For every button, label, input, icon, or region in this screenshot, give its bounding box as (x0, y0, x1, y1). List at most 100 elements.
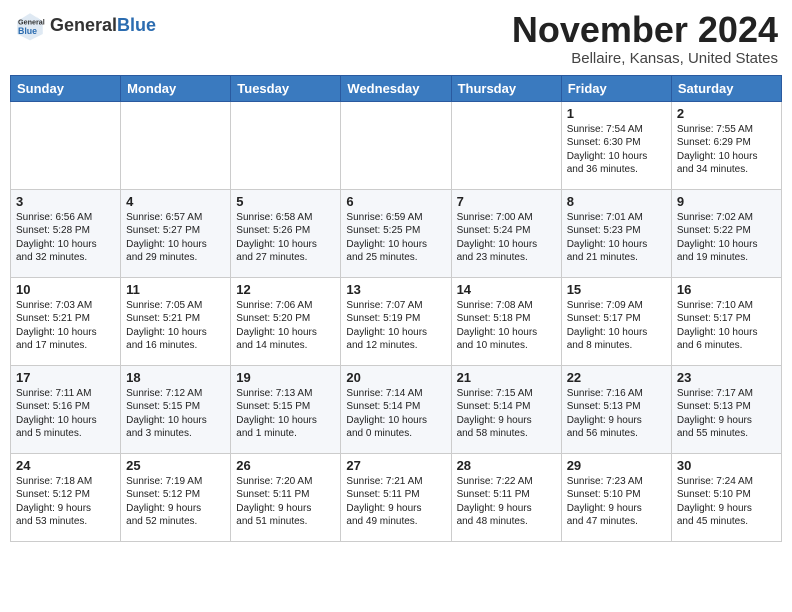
calendar-cell: 16Sunrise: 7:10 AM Sunset: 5:17 PM Dayli… (671, 277, 781, 365)
calendar-cell: 11Sunrise: 7:05 AM Sunset: 5:21 PM Dayli… (121, 277, 231, 365)
day-info: Sunrise: 7:24 AM Sunset: 5:10 PM Dayligh… (677, 475, 776, 529)
svg-text:General: General (18, 17, 45, 26)
calendar-cell: 6Sunrise: 6:59 AM Sunset: 5:25 PM Daylig… (341, 189, 451, 277)
calendar-cell: 26Sunrise: 7:20 AM Sunset: 5:11 PM Dayli… (231, 453, 341, 541)
day-number: 7 (457, 194, 556, 209)
day-number: 12 (236, 282, 335, 297)
calendar-cell: 22 Sunrise: 7:16 AM Sunset: 5:13 PM Dayli… (561, 365, 671, 453)
calendar-cell: 25 Sunrise: 7:19 AM Sunset: 5:12 PM Dayli… (121, 453, 231, 541)
day-info: Sunrise: 7:19 AM Sunset: 5:12 PM Dayligh… (126, 475, 225, 529)
calendar-header-sunday: Sunday (11, 75, 121, 101)
day-number: 17 (16, 370, 115, 385)
calendar-cell: 1Sunrise: 7:54 AM Sunset: 6:30 PM Daylig… (561, 101, 671, 189)
calendar-cell: 3Sunrise: 6:56 AM Sunset: 5:28 PM Daylig… (11, 189, 121, 277)
day-number: 3 (16, 194, 115, 209)
title-area: November 2024 Bellaire, Kansas, United S… (512, 10, 778, 67)
calendar-header-friday: Friday (561, 75, 671, 101)
calendar-week-row: 17 Sunrise: 7:11 AM Sunset: 5:16 PM Dayli… (11, 365, 782, 453)
calendar-header-tuesday: Tuesday (231, 75, 341, 101)
calendar-cell: 13 Sunrise: 7:07 AM Sunset: 5:19 PM Dayli… (341, 277, 451, 365)
day-number: 18 (126, 370, 225, 385)
calendar-cell: 15Sunrise: 7:09 AM Sunset: 5:17 PM Dayli… (561, 277, 671, 365)
generalblue-logo-icon: General Blue (14, 10, 46, 42)
location-subtitle: Bellaire, Kansas, United States (512, 50, 778, 67)
day-number: 8 (567, 194, 666, 209)
day-info: Sunrise: 7:14 AM Sunset: 5:14 PM Dayligh… (346, 387, 445, 441)
calendar-week-row: 1Sunrise: 7:54 AM Sunset: 6:30 PM Daylig… (11, 101, 782, 189)
logo-blue-text: Blue (117, 15, 156, 35)
calendar-cell: 10Sunrise: 7:03 AM Sunset: 5:21 PM Dayli… (11, 277, 121, 365)
calendar-cell (341, 101, 451, 189)
calendar-cell: 27Sunrise: 7:21 AM Sunset: 5:11 PM Dayli… (341, 453, 451, 541)
svg-text:Blue: Blue (18, 26, 37, 36)
calendar-week-row: 10Sunrise: 7:03 AM Sunset: 5:21 PM Dayli… (11, 277, 782, 365)
day-info: Sunrise: 7:08 AM Sunset: 5:18 PM Dayligh… (457, 299, 556, 353)
calendar-cell: 29 Sunrise: 7:23 AM Sunset: 5:10 PM Dayli… (561, 453, 671, 541)
day-info: Sunrise: 7:16 AM Sunset: 5:13 PM Dayligh… (567, 387, 666, 441)
calendar-cell: 2 Sunrise: 7:55 AM Sunset: 6:29 PM Daylig… (671, 101, 781, 189)
calendar-cell: 20 Sunrise: 7:14 AM Sunset: 5:14 PM Dayli… (341, 365, 451, 453)
day-number: 29 (567, 458, 666, 473)
calendar-cell: 7 Sunrise: 7:00 AM Sunset: 5:24 PM Daylig… (451, 189, 561, 277)
day-number: 20 (346, 370, 445, 385)
day-number: 19 (236, 370, 335, 385)
day-number: 22 (567, 370, 666, 385)
day-info: Sunrise: 7:23 AM Sunset: 5:10 PM Dayligh… (567, 475, 666, 529)
day-number: 21 (457, 370, 556, 385)
day-info: Sunrise: 7:06 AM Sunset: 5:20 PM Dayligh… (236, 299, 335, 353)
day-number: 25 (126, 458, 225, 473)
day-info: Sunrise: 7:03 AM Sunset: 5:21 PM Dayligh… (16, 299, 115, 353)
calendar-header-wednesday: Wednesday (341, 75, 451, 101)
calendar-week-row: 24 Sunrise: 7:18 AM Sunset: 5:12 PM Dayli… (11, 453, 782, 541)
logo-general-text: General (50, 15, 117, 35)
calendar-cell: 5Sunrise: 6:58 AM Sunset: 5:26 PM Daylig… (231, 189, 341, 277)
calendar-cell (451, 101, 561, 189)
day-number: 9 (677, 194, 776, 209)
calendar-cell: 21 Sunrise: 7:15 AM Sunset: 5:14 PM Dayli… (451, 365, 561, 453)
calendar-cell: 8 Sunrise: 7:01 AM Sunset: 5:23 PM Daylig… (561, 189, 671, 277)
day-info: Sunrise: 6:58 AM Sunset: 5:26 PM Dayligh… (236, 211, 335, 265)
day-number: 4 (126, 194, 225, 209)
day-number: 14 (457, 282, 556, 297)
day-info: Sunrise: 7:07 AM Sunset: 5:19 PM Dayligh… (346, 299, 445, 353)
calendar-cell (11, 101, 121, 189)
day-info: Sunrise: 7:18 AM Sunset: 5:12 PM Dayligh… (16, 475, 115, 529)
day-number: 23 (677, 370, 776, 385)
day-info: Sunrise: 7:01 AM Sunset: 5:23 PM Dayligh… (567, 211, 666, 265)
day-info: Sunrise: 7:02 AM Sunset: 5:22 PM Dayligh… (677, 211, 776, 265)
calendar-table: SundayMondayTuesdayWednesdayThursdayFrid… (10, 75, 782, 542)
calendar-week-row: 3Sunrise: 6:56 AM Sunset: 5:28 PM Daylig… (11, 189, 782, 277)
calendar-cell: 24 Sunrise: 7:18 AM Sunset: 5:12 PM Dayli… (11, 453, 121, 541)
day-number: 13 (346, 282, 445, 297)
calendar-cell: 19 Sunrise: 7:13 AM Sunset: 5:15 PM Dayli… (231, 365, 341, 453)
day-info: Sunrise: 7:54 AM Sunset: 6:30 PM Dayligh… (567, 123, 666, 177)
calendar-header-thursday: Thursday (451, 75, 561, 101)
calendar-header-saturday: Saturday (671, 75, 781, 101)
calendar-cell: 30Sunrise: 7:24 AM Sunset: 5:10 PM Dayli… (671, 453, 781, 541)
calendar-cell: 12 Sunrise: 7:06 AM Sunset: 5:20 PM Dayli… (231, 277, 341, 365)
calendar-header-monday: Monday (121, 75, 231, 101)
day-number: 15 (567, 282, 666, 297)
day-number: 28 (457, 458, 556, 473)
day-info: Sunrise: 7:11 AM Sunset: 5:16 PM Dayligh… (16, 387, 115, 441)
calendar-cell (231, 101, 341, 189)
calendar-cell: 28 Sunrise: 7:22 AM Sunset: 5:11 PM Dayli… (451, 453, 561, 541)
day-info: Sunrise: 7:21 AM Sunset: 5:11 PM Dayligh… (346, 475, 445, 529)
calendar-cell (121, 101, 231, 189)
day-info: Sunrise: 7:00 AM Sunset: 5:24 PM Dayligh… (457, 211, 556, 265)
calendar-cell: 4Sunrise: 6:57 AM Sunset: 5:27 PM Daylig… (121, 189, 231, 277)
day-info: Sunrise: 7:22 AM Sunset: 5:11 PM Dayligh… (457, 475, 556, 529)
calendar-cell: 14 Sunrise: 7:08 AM Sunset: 5:18 PM Dayli… (451, 277, 561, 365)
calendar-cell: 17 Sunrise: 7:11 AM Sunset: 5:16 PM Dayli… (11, 365, 121, 453)
day-number: 2 (677, 106, 776, 121)
day-info: Sunrise: 7:55 AM Sunset: 6:29 PM Dayligh… (677, 123, 776, 177)
calendar-cell: 23Sunrise: 7:17 AM Sunset: 5:13 PM Dayli… (671, 365, 781, 453)
logo: General Blue GeneralBlue (14, 10, 156, 42)
calendar-header-row: SundayMondayTuesdayWednesdayThursdayFrid… (11, 75, 782, 101)
day-number: 24 (16, 458, 115, 473)
day-number: 16 (677, 282, 776, 297)
header: General Blue GeneralBlue November 2024 B… (10, 10, 782, 67)
calendar-cell: 18Sunrise: 7:12 AM Sunset: 5:15 PM Dayli… (121, 365, 231, 453)
day-info: Sunrise: 7:15 AM Sunset: 5:14 PM Dayligh… (457, 387, 556, 441)
day-info: Sunrise: 7:13 AM Sunset: 5:15 PM Dayligh… (236, 387, 335, 441)
